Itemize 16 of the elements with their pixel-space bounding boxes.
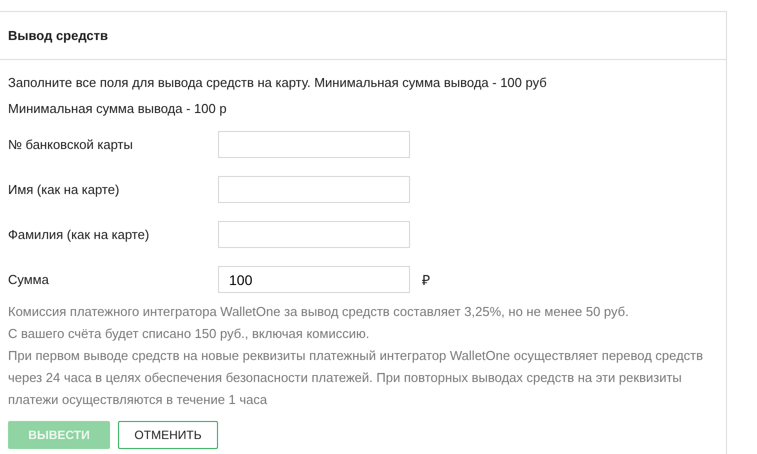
info-text: С вашего счёта будет списано 150 руб., включая комиссию. [8,325,370,343]
field-label: № банковской карты [8,137,134,152]
input-field[interactable] [218,131,410,158]
instruction-text: Минимальная сумма вывода - 100 р [8,100,228,118]
input-field[interactable] [218,176,410,203]
info-text: При первом выводе средств на новые реквизиты платежный интегратор WalletOne осуществляет перевод средств через 24 часа в целях обеспечения безопасности платежей. При повторных выводах средств на эти реквизиты платежи осуществляются в течение 1 часа [8,347,704,409]
input-field[interactable]: 100 [218,266,410,293]
field-label: Имя (как на карте) [8,182,120,197]
currency-sign: ₽ [422,271,430,289]
info-text: Комиссия платежного интегратора WalletOne за вывод средств составляет 3,25%, но не менее 50 руб. [8,303,630,321]
panel-title: Вывод средств [8,28,108,43]
field-label: Сумма [8,272,50,287]
cancel-button[interactable]: ОТМЕНИТЬ [118,421,218,449]
field-label: Фамилия (как на карте) [8,227,150,242]
instruction-text: Заполните все поля для вывода средств на карту. Минимальная сумма вывода - 100 руб [8,74,548,92]
input-field[interactable] [218,221,410,248]
